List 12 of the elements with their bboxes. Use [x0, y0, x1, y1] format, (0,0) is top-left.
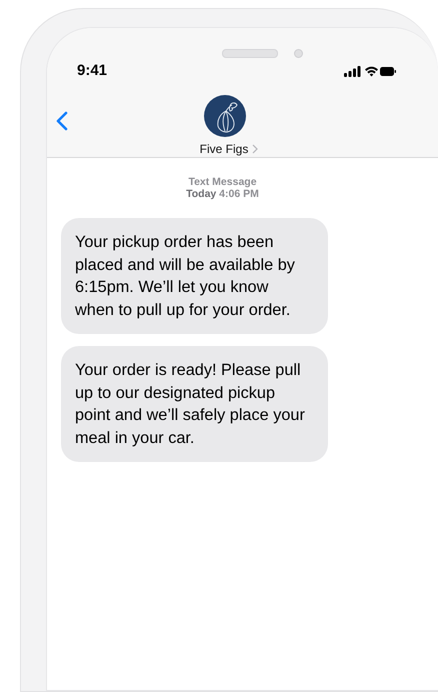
fig-avatar-icon — [204, 95, 246, 137]
chevron-right-icon — [252, 144, 258, 154]
message-bubble: Your pickup order has been placed and will be available by 6:15pm. We’ll let you know when to pull up for your order. — [61, 218, 328, 334]
contact-name-link[interactable]: Five Figs — [200, 142, 258, 156]
status-icons — [344, 64, 396, 76]
status-time: 9:41 — [77, 62, 108, 79]
speaker-grille — [222, 49, 278, 58]
message-timestamp: Today 4:06 PM — [185, 188, 260, 200]
camera-dot — [294, 49, 303, 58]
back-chevron-icon[interactable] — [56, 111, 68, 131]
message-service-label: Text Message — [187, 176, 258, 188]
message-bubble: Your order is ready! Please pull up to our designated pickup point and we’ll safely place your meal in your car. — [61, 346, 328, 462]
